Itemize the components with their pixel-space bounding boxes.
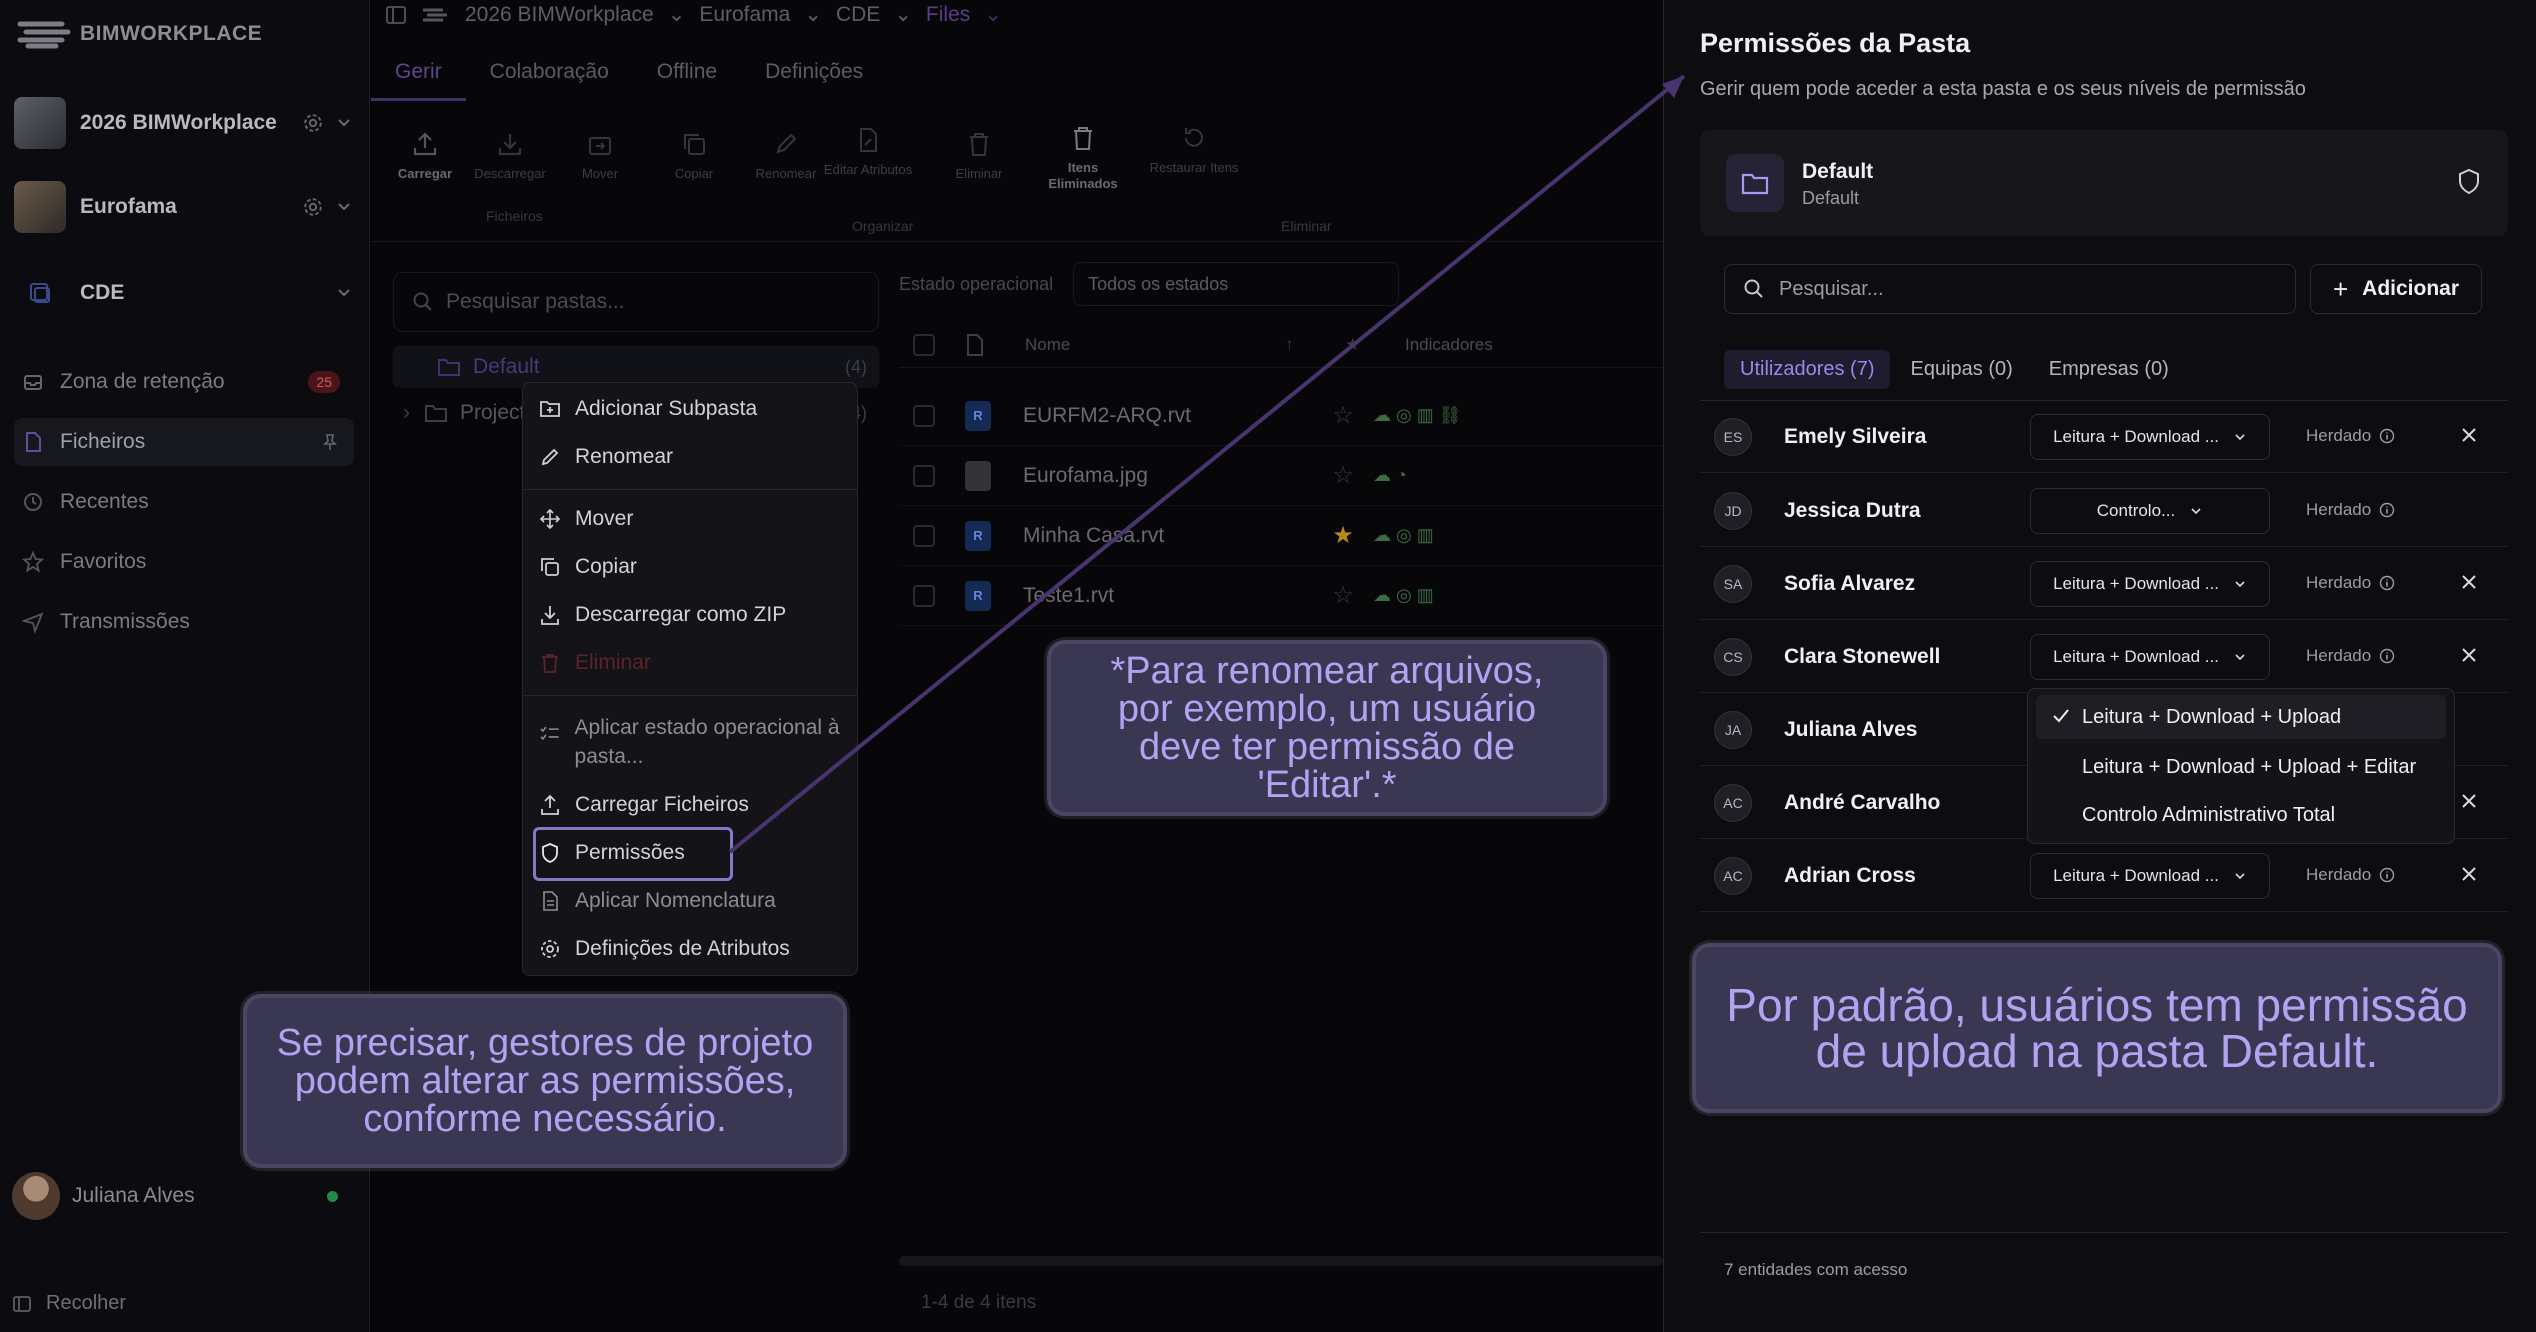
- callout-text: *Para renomear arquivos, por exemplo, um…: [1110, 650, 1544, 806]
- default-folder-callout: Por padrão, usuários tem permissão de up…: [1692, 943, 2502, 1113]
- rename-permission-callout: *Para renomear arquivos, por exemplo, um…: [1047, 640, 1607, 816]
- callout-text: Por padrão, usuários tem permissão de up…: [1726, 979, 2468, 1077]
- callout-text: Se precisar, gestores de projeto podem a…: [276, 1022, 814, 1140]
- app-window: BIMWORKPLACE 2026 BIMWorkplace Eurofama …: [0, 0, 2536, 1332]
- managers-callout: Se precisar, gestores de projeto podem a…: [243, 994, 847, 1168]
